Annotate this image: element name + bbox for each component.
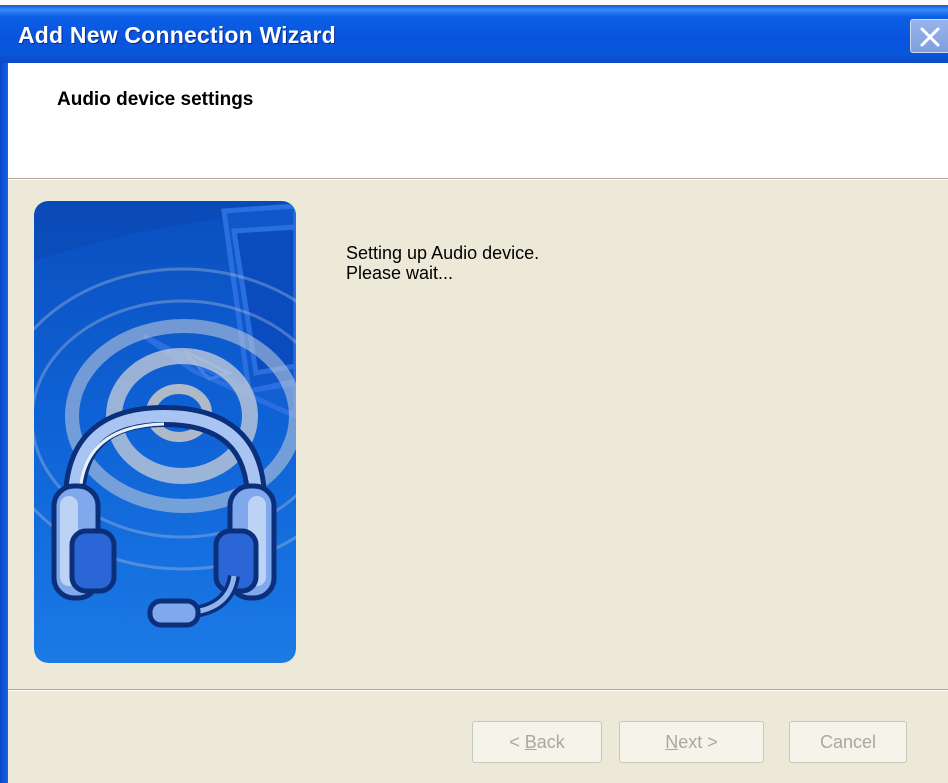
status-line-2: Please wait... xyxy=(346,263,454,283)
back-button-label: ack xyxy=(536,732,565,752)
back-button-mnemonic: B xyxy=(524,732,537,752)
cancel-button-label: Cancel xyxy=(819,732,877,752)
back-button-arrow: < xyxy=(509,732,525,752)
next-button-mnemonic: N xyxy=(665,732,679,752)
status-line-1: Setting up Audio device. xyxy=(346,243,540,263)
title-bar[interactable]: Add New Connection Wizard xyxy=(0,5,948,63)
headset-laptop-illustration xyxy=(34,201,296,663)
page-title: Audio device settings xyxy=(57,89,254,110)
next-button-arrow: > xyxy=(702,732,718,752)
window-frame-left xyxy=(0,63,8,783)
wizard-header: Audio device settings xyxy=(8,63,948,179)
back-button[interactable]: < Back xyxy=(472,721,602,763)
close-icon xyxy=(920,27,940,47)
status-message: Setting up Audio device. Please wait... xyxy=(346,243,539,283)
window-title: Add New Connection Wizard xyxy=(18,22,336,48)
next-button-label: ext xyxy=(678,732,703,752)
wizard-window: Add New Connection Wizard Audio device s… xyxy=(0,5,948,783)
close-button[interactable] xyxy=(910,19,948,53)
cancel-button[interactable]: Cancel xyxy=(789,721,907,763)
next-button[interactable]: Next > xyxy=(619,721,764,763)
header-divider xyxy=(8,179,948,180)
footer-divider-highlight xyxy=(8,690,948,691)
